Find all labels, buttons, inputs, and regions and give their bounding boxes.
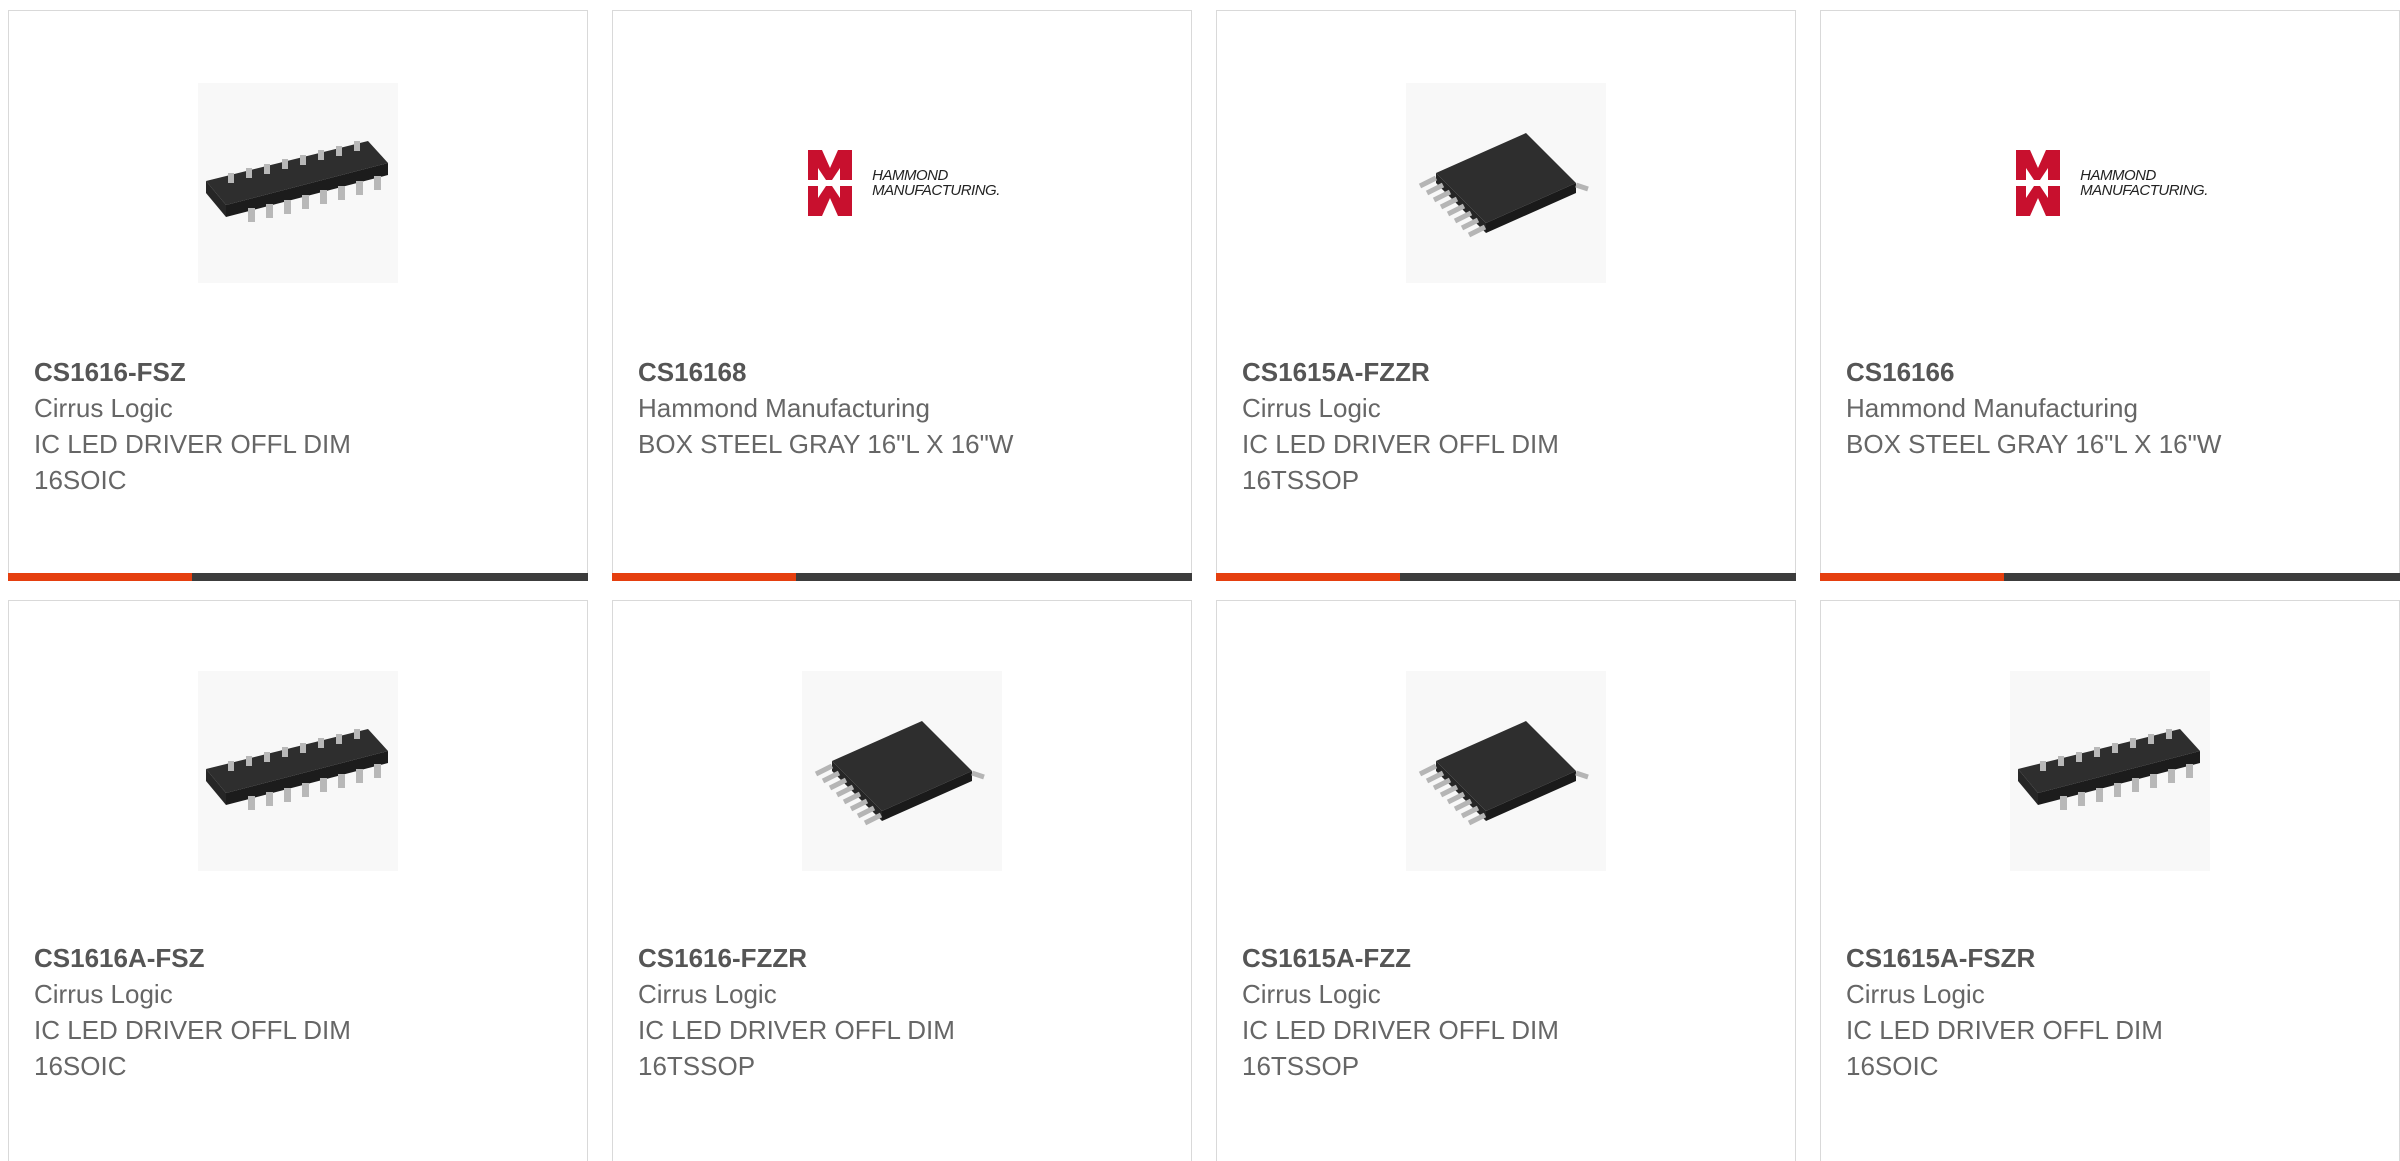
soic-chip-icon [2018, 729, 2200, 810]
product-info: CS16166 Hammond Manufacturing BOX STEEL … [1846, 354, 2379, 462]
description: IC LED DRIVER OFFL DIM [34, 1015, 351, 1045]
manufacturer: Hammond Manufacturing [1846, 393, 2138, 423]
card-bar-accent [1216, 573, 1400, 581]
product-image[interactable] [1406, 671, 1606, 871]
description: IC LED DRIVER OFFL DIM [34, 429, 351, 459]
part-number[interactable]: CS1615A-FZZ [1242, 940, 1775, 976]
part-number[interactable]: CS16166 [1846, 354, 2379, 390]
product-image[interactable] [2010, 671, 2210, 871]
part-number[interactable]: CS1616-FSZ [34, 354, 567, 390]
tssop-chip-icon [1418, 721, 1589, 826]
product-card[interactable]: CS1615A-FZZ Cirrus Logic IC LED DRIVER O… [1216, 600, 1796, 1161]
card-bar-accent [612, 573, 796, 581]
manufacturer: Cirrus Logic [638, 979, 777, 1009]
product-info: CS1616-FZZR Cirrus Logic IC LED DRIVER O… [638, 940, 1171, 1084]
product-info: CS1615A-FSZR Cirrus Logic IC LED DRIVER … [1846, 940, 2379, 1084]
manufacturer: Cirrus Logic [1242, 979, 1381, 1009]
product-info: CS16168 Hammond Manufacturing BOX STEEL … [638, 354, 1171, 462]
product-info: CS1616A-FSZ Cirrus Logic IC LED DRIVER O… [34, 940, 567, 1084]
package: 16TSSOP [1242, 1051, 1360, 1081]
product-image[interactable] [802, 671, 1002, 871]
package: 16SOIC [1846, 1051, 1939, 1081]
package: 16SOIC [34, 465, 127, 495]
description: BOX STEEL GRAY 16"L X 16"W [1846, 429, 2222, 459]
product-card[interactable]: CS1616A-FSZ Cirrus Logic IC LED DRIVER O… [8, 600, 588, 1161]
description: BOX STEEL GRAY 16"L X 16"W [638, 429, 1014, 459]
product-image[interactable] [198, 671, 398, 871]
package: 16TSSOP [638, 1051, 756, 1081]
hammond-logo-text: HAMMOND MANUFACTURING. [872, 167, 1000, 199]
description: IC LED DRIVER OFFL DIM [638, 1015, 955, 1045]
product-card[interactable]: CS1615A-FZZR Cirrus Logic IC LED DRIVER … [1216, 10, 1796, 581]
description: IC LED DRIVER OFFL DIM [1846, 1015, 2163, 1045]
product-image[interactable] [1406, 83, 1606, 283]
hammond-logo-text: HAMMOND MANUFACTURING. [2080, 167, 2208, 199]
part-number[interactable]: CS1615A-FSZR [1846, 940, 2379, 976]
package: 16SOIC [34, 1051, 127, 1081]
part-number[interactable]: CS16168 [638, 354, 1171, 390]
soic-chip-icon [206, 729, 388, 810]
hammond-logo-icon [808, 150, 853, 216]
card-bar-accent [8, 573, 192, 581]
card-bar [612, 573, 1192, 581]
product-info: CS1615A-FZZR Cirrus Logic IC LED DRIVER … [1242, 354, 1775, 498]
product-image[interactable] [198, 83, 398, 283]
product-image[interactable]: HAMMOND MANUFACTURING. [2010, 83, 2210, 283]
manufacturer: Cirrus Logic [1846, 979, 1985, 1009]
tssop-chip-icon [814, 721, 985, 826]
description: IC LED DRIVER OFFL DIM [1242, 429, 1559, 459]
description: IC LED DRIVER OFFL DIM [1242, 1015, 1559, 1045]
card-bar [1216, 573, 1796, 581]
part-number[interactable]: CS1616A-FSZ [34, 940, 567, 976]
part-number[interactable]: CS1616-FZZR [638, 940, 1171, 976]
hammond-logo-icon [2016, 150, 2061, 216]
manufacturer: Cirrus Logic [34, 979, 173, 1009]
product-grid: CS1616-FSZ Cirrus Logic IC LED DRIVER OF… [0, 0, 2400, 1161]
product-image[interactable]: HAMMOND MANUFACTURING. [802, 83, 1002, 283]
hammond-logo: HAMMOND MANUFACTURING. [2012, 146, 2208, 220]
product-info: CS1615A-FZZ Cirrus Logic IC LED DRIVER O… [1242, 940, 1775, 1084]
card-bar [1820, 573, 2400, 581]
product-info: CS1616-FSZ Cirrus Logic IC LED DRIVER OF… [34, 354, 567, 498]
package: 16TSSOP [1242, 465, 1360, 495]
tssop-chip-icon [1418, 133, 1589, 238]
manufacturer: Cirrus Logic [1242, 393, 1381, 423]
manufacturer: Cirrus Logic [34, 393, 173, 423]
product-card[interactable]: HAMMOND MANUFACTURING. CS16166 Hammond M… [1820, 10, 2400, 581]
manufacturer: Hammond Manufacturing [638, 393, 930, 423]
hammond-logo: HAMMOND MANUFACTURING. [804, 146, 1000, 220]
card-bar-accent [1820, 573, 2004, 581]
card-bar [8, 573, 588, 581]
product-card[interactable]: CS1616-FZZR Cirrus Logic IC LED DRIVER O… [612, 600, 1192, 1161]
soic-chip-icon [206, 141, 388, 222]
part-number[interactable]: CS1615A-FZZR [1242, 354, 1775, 390]
product-card[interactable]: CS1616-FSZ Cirrus Logic IC LED DRIVER OF… [8, 10, 588, 581]
product-card[interactable]: HAMMOND MANUFACTURING. CS16168 Hammond M… [612, 10, 1192, 581]
product-card[interactable]: CS1615A-FSZR Cirrus Logic IC LED DRIVER … [1820, 600, 2400, 1161]
